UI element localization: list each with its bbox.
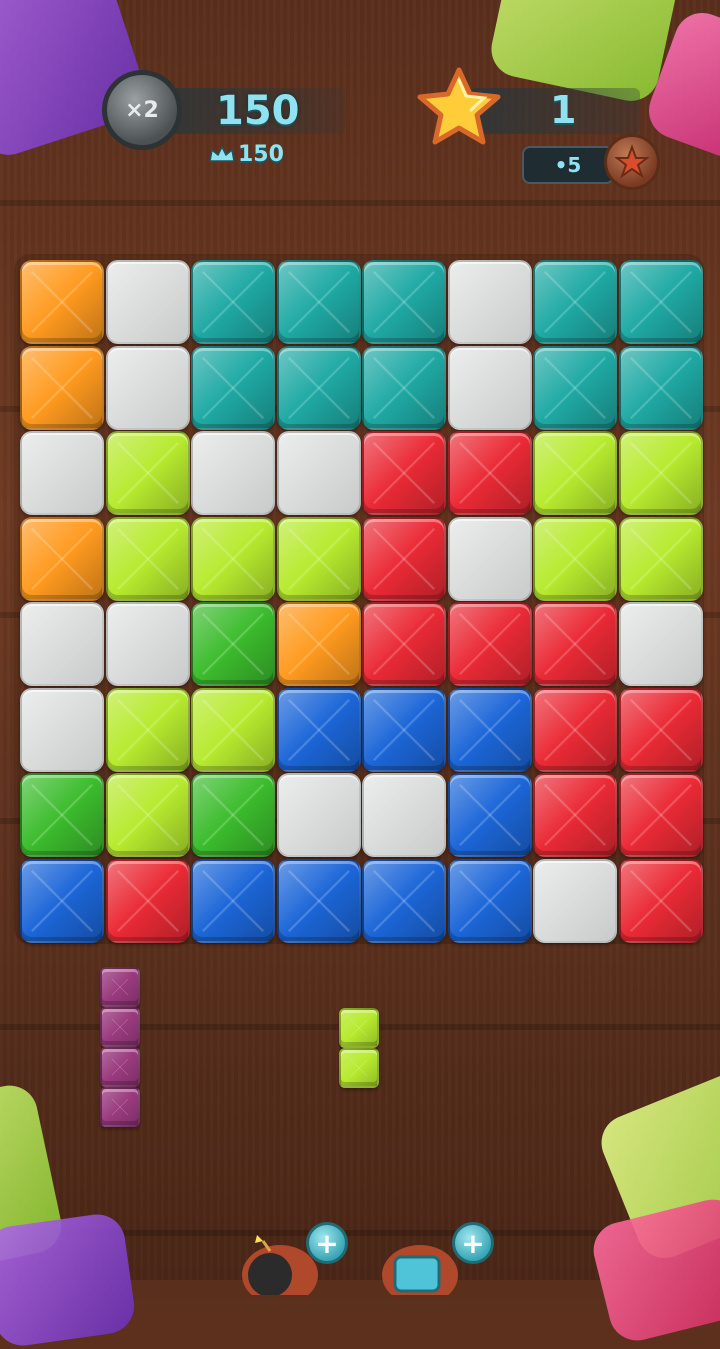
empty-cell[interactable] bbox=[276, 773, 361, 857]
gem-cell[interactable] bbox=[533, 773, 617, 857]
empty-cell[interactable] bbox=[447, 345, 532, 430]
gem-cell[interactable] bbox=[447, 602, 532, 686]
empty-cell[interactable] bbox=[20, 687, 104, 772]
empty-cell[interactable] bbox=[362, 773, 446, 857]
gem-cell[interactable] bbox=[362, 687, 446, 772]
piece-block[interactable] bbox=[339, 1048, 379, 1088]
gem-cell[interactable] bbox=[362, 260, 446, 344]
gem-cell[interactable] bbox=[20, 345, 104, 430]
gem-cell[interactable] bbox=[447, 431, 532, 515]
gem-cell[interactable] bbox=[191, 516, 275, 601]
gem-cell[interactable] bbox=[105, 687, 190, 772]
piece-block[interactable] bbox=[100, 1087, 140, 1127]
gem-cell[interactable] bbox=[533, 431, 617, 515]
gem-cell[interactable] bbox=[20, 773, 104, 857]
bomb-icon bbox=[248, 1253, 292, 1295]
best-score: 150 bbox=[208, 142, 284, 167]
empty-cell[interactable] bbox=[20, 431, 104, 515]
empty-cell[interactable] bbox=[105, 345, 190, 430]
coin-star-icon bbox=[614, 144, 650, 179]
star-count: 1 bbox=[550, 88, 577, 132]
piece-block[interactable] bbox=[100, 1047, 140, 1087]
gem-cell[interactable] bbox=[362, 431, 446, 515]
gem-cell[interactable] bbox=[533, 602, 617, 686]
coin-icon[interactable] bbox=[604, 134, 660, 190]
empty-cell[interactable] bbox=[447, 516, 532, 601]
decorative-gem-pink bbox=[587, 1193, 720, 1347]
coin-multiplier-icon[interactable]: ×2 bbox=[102, 70, 182, 150]
empty-cell[interactable] bbox=[20, 602, 104, 686]
gem-cell[interactable] bbox=[105, 858, 190, 943]
gem-cell[interactable] bbox=[618, 687, 703, 772]
gem-cell[interactable] bbox=[618, 260, 703, 344]
gem-cell[interactable] bbox=[20, 516, 104, 601]
empty-cell[interactable] bbox=[447, 260, 532, 344]
gem-cell[interactable] bbox=[276, 260, 361, 344]
empty-cell[interactable] bbox=[105, 260, 190, 344]
plus-icon[interactable]: + bbox=[306, 1222, 348, 1264]
crown-icon bbox=[209, 144, 235, 162]
gem-cell[interactable] bbox=[276, 516, 361, 601]
empty-cell[interactable] bbox=[618, 602, 703, 686]
coin-counter: •5 bbox=[522, 146, 614, 184]
gem-cell[interactable] bbox=[276, 345, 361, 430]
gem-cell[interactable] bbox=[276, 602, 361, 686]
gem-cell[interactable] bbox=[447, 773, 532, 857]
gem-cell[interactable] bbox=[191, 602, 275, 686]
gem-cell[interactable] bbox=[618, 516, 703, 601]
gem-cell[interactable] bbox=[20, 858, 104, 943]
game-board[interactable] bbox=[16, 256, 703, 943]
gem-cell[interactable] bbox=[276, 687, 361, 772]
coin-value: •5 bbox=[554, 153, 582, 177]
gem-cell[interactable] bbox=[533, 687, 617, 772]
empty-cell[interactable] bbox=[276, 431, 361, 515]
empty-cell[interactable] bbox=[105, 602, 190, 686]
gem-cell[interactable] bbox=[533, 345, 617, 430]
star-icon bbox=[417, 67, 501, 145]
gem-cell[interactable] bbox=[191, 687, 275, 772]
gem-cell[interactable] bbox=[618, 345, 703, 430]
hammer-icon bbox=[393, 1255, 441, 1293]
gem-cell[interactable] bbox=[447, 858, 532, 943]
piece-block[interactable] bbox=[339, 1008, 379, 1048]
gem-cell[interactable] bbox=[191, 773, 275, 857]
current-score: 150 bbox=[216, 88, 300, 134]
gem-cell[interactable] bbox=[20, 260, 104, 344]
gem-cell[interactable] bbox=[105, 431, 190, 515]
empty-cell[interactable] bbox=[191, 431, 275, 515]
gem-cell[interactable] bbox=[105, 773, 190, 857]
best-score-value: 150 bbox=[238, 142, 284, 167]
gem-cell[interactable] bbox=[191, 345, 275, 430]
gem-cell[interactable] bbox=[618, 773, 703, 857]
gem-cell[interactable] bbox=[533, 516, 617, 601]
gem-cell[interactable] bbox=[362, 516, 446, 601]
gem-cell[interactable] bbox=[618, 431, 703, 515]
gem-cell[interactable] bbox=[618, 858, 703, 943]
empty-cell[interactable] bbox=[533, 858, 617, 943]
gem-cell[interactable] bbox=[362, 602, 446, 686]
gem-cell[interactable] bbox=[533, 260, 617, 344]
gem-cell[interactable] bbox=[191, 858, 275, 943]
multiplier-label: ×2 bbox=[125, 97, 159, 123]
gem-cell[interactable] bbox=[362, 345, 446, 430]
piece-block[interactable] bbox=[100, 967, 140, 1007]
gem-cell[interactable] bbox=[362, 858, 446, 943]
piece-block[interactable] bbox=[100, 1007, 140, 1047]
gem-cell[interactable] bbox=[105, 516, 190, 601]
gem-cell[interactable] bbox=[191, 260, 275, 344]
gem-cell[interactable] bbox=[447, 687, 532, 772]
plus-icon[interactable]: + bbox=[452, 1222, 494, 1264]
gem-cell[interactable] bbox=[276, 858, 361, 943]
